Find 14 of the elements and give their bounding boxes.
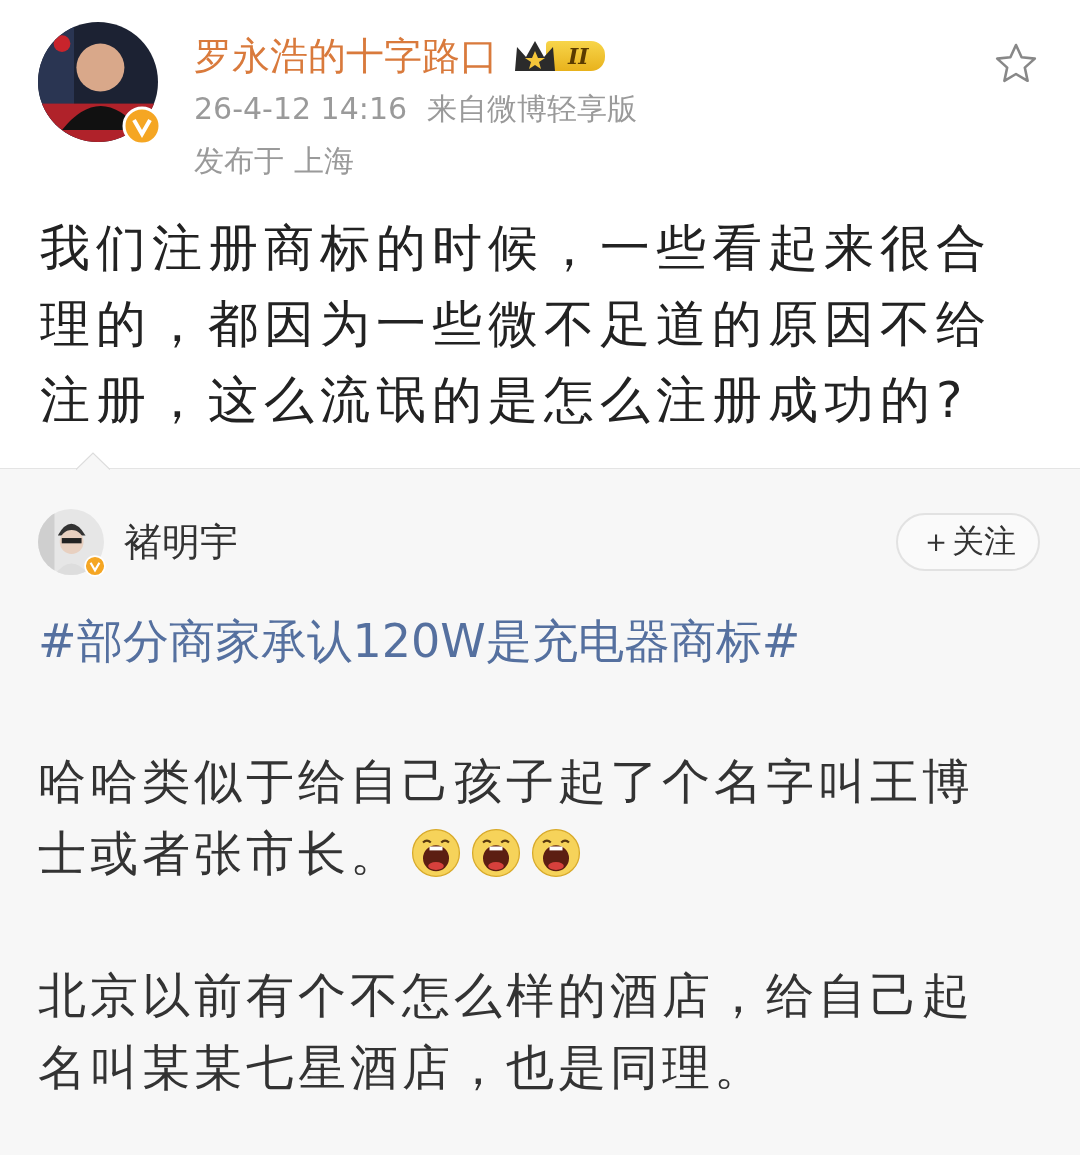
comment-text-line: 哈哈类似于给自己孩子起了个名字叫王博 bbox=[38, 752, 974, 811]
comment-text-line: 士或者张市长。 bbox=[38, 824, 402, 883]
commenter-name[interactable]: 褚明宇 bbox=[124, 516, 876, 568]
comment-text-line: 北京以前有个不怎么样的酒店，给自己起 bbox=[38, 966, 974, 1025]
post-location: 发布于 上海 bbox=[194, 142, 354, 180]
laughing-emoji-icon bbox=[410, 827, 462, 879]
follow-button[interactable]: ＋关注 bbox=[896, 513, 1040, 571]
post-source: 来自微博轻享版 bbox=[427, 90, 638, 128]
post-text: 我们注册商标的时候，一些看起来很合理的，都因为一些微不足道的原因不给注册，这么流氓的是怎么注册成功的? bbox=[40, 218, 993, 431]
post-time: 26-4-12 14:16 bbox=[194, 90, 408, 128]
laughing-emoji-icon bbox=[470, 827, 522, 879]
topic-link[interactable]: #部分商家承认120W是充电器商标# bbox=[38, 611, 1040, 671]
comment-text-line: 名叫某某七星酒店，也是同理。 bbox=[38, 1038, 766, 1097]
laughing-emoji-icon bbox=[530, 827, 582, 879]
